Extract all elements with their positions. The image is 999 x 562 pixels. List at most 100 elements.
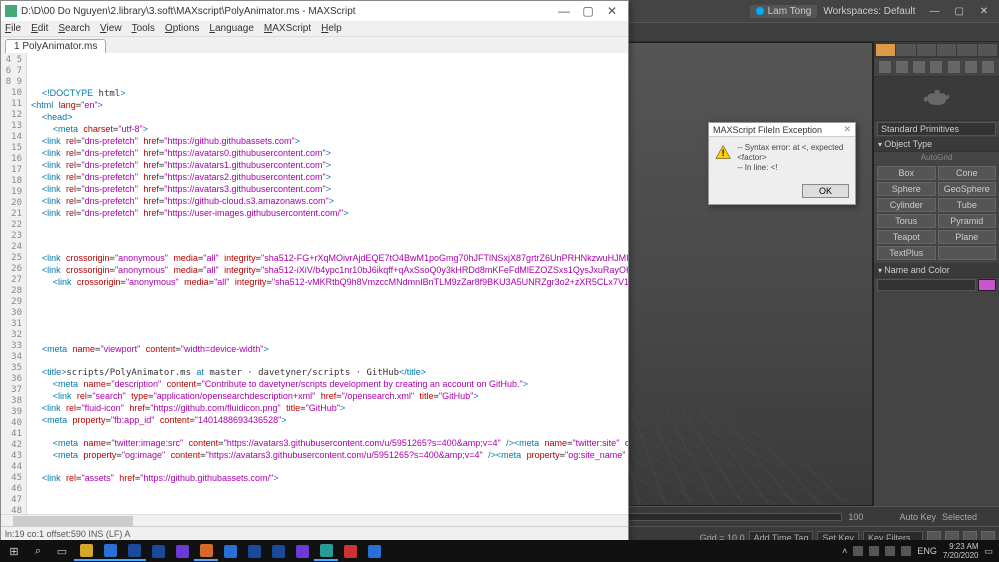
close-button[interactable]: ✕: [973, 6, 995, 17]
primitive-button[interactable]: Plane: [938, 230, 997, 244]
clock[interactable]: 9:23 AM 7/20/2020: [943, 542, 979, 560]
hierarchy-tab[interactable]: [917, 44, 936, 56]
editor-status-text: ln:19 co:1 offset:590 INS (LF) A: [5, 529, 130, 539]
dialog-close-button[interactable]: ✕: [843, 124, 851, 135]
error-message: -- Syntax error: at <, expected <factor>…: [737, 143, 849, 173]
geometry-icon[interactable]: [879, 61, 891, 73]
user-badge[interactable]: Lam Tong: [750, 5, 818, 18]
menu-maxscript[interactable]: MAXScript: [264, 23, 311, 34]
panel-logo: [874, 77, 999, 121]
helpers-icon[interactable]: [948, 61, 960, 73]
task-item[interactable]: [314, 541, 338, 561]
selected-set-dropdown[interactable]: Selected: [942, 512, 977, 522]
object-type-rollout[interactable]: Object Type: [874, 137, 999, 152]
frame-end-label: 100: [848, 512, 863, 522]
utilities-tab[interactable]: [978, 44, 997, 56]
tray-chevron-icon[interactable]: ˄: [842, 546, 847, 556]
primitive-button[interactable]: Cylinder: [877, 198, 936, 212]
menu-options[interactable]: Options: [165, 23, 199, 34]
user-icon: [756, 7, 764, 15]
maxscript-icon: [5, 5, 17, 17]
editor-titlebar[interactable]: D:\D\00 Do Nguyen\2.library\3.soft\MAXsc…: [1, 1, 628, 21]
menu-language[interactable]: Language: [209, 23, 254, 34]
tray-volume-icon[interactable]: [901, 546, 911, 556]
system-tray: ˄ ENG 9:23 AM 7/20/2020 ▭: [842, 542, 997, 560]
language-indicator[interactable]: ENG: [917, 546, 937, 556]
file-tab[interactable]: 1 PolyAnimator.ms: [5, 39, 106, 53]
primitive-button[interactable]: Cone: [938, 166, 997, 180]
primitive-button[interactable]: Box: [877, 166, 936, 180]
search-button[interactable]: ⌕: [26, 541, 50, 561]
tray-icon[interactable]: [869, 546, 879, 556]
taskview-button[interactable]: ▭: [50, 541, 74, 561]
menu-file[interactable]: File: [5, 23, 21, 34]
primitive-button[interactable]: Tube: [938, 198, 997, 212]
task-item[interactable]: [362, 541, 386, 561]
object-color-swatch[interactable]: [978, 279, 996, 291]
error-dialog: MAXScript FileIn Exception ✕ ! -- Syntax…: [708, 122, 856, 205]
task-item[interactable]: [290, 541, 314, 561]
lights-icon[interactable]: [913, 61, 925, 73]
primitive-button[interactable]: [938, 246, 997, 260]
display-tab[interactable]: [957, 44, 976, 56]
task-item[interactable]: [242, 541, 266, 561]
autokey-button[interactable]: Auto Key: [899, 512, 936, 522]
dialog-title-text: MAXScript FileIn Exception: [713, 125, 822, 135]
autogrid-checkbox[interactable]: AutoGrid: [921, 153, 953, 162]
primitive-button[interactable]: Pyramid: [938, 214, 997, 228]
editor-maximize-button[interactable]: ▢: [576, 4, 600, 18]
modify-tab[interactable]: [896, 44, 915, 56]
ok-button[interactable]: OK: [802, 184, 849, 198]
command-panel: Standard Primitives Object Type AutoGrid…: [873, 42, 999, 506]
menu-view[interactable]: View: [100, 23, 122, 34]
maximize-button[interactable]: ▢: [948, 6, 970, 17]
notification-icon[interactable]: ▭: [984, 546, 993, 557]
task-item[interactable]: [74, 541, 98, 561]
menu-help[interactable]: Help: [321, 23, 342, 34]
scrollbar-thumb[interactable]: [13, 516, 133, 526]
user-name: Lam Tong: [768, 6, 812, 17]
primitive-button[interactable]: GeoSphere: [938, 182, 997, 196]
primitive-type-dropdown[interactable]: Standard Primitives: [877, 122, 996, 136]
tray-icon[interactable]: [853, 546, 863, 556]
maxscript-editor-window: D:\D\00 Do Nguyen\2.library\3.soft\MAXsc…: [0, 0, 629, 541]
start-button[interactable]: ⊞: [2, 541, 26, 561]
cameras-icon[interactable]: [930, 61, 942, 73]
shapes-icon[interactable]: [896, 61, 908, 73]
task-item[interactable]: [338, 541, 362, 561]
primitive-button[interactable]: TextPlus: [877, 246, 936, 260]
task-item[interactable]: [194, 541, 218, 561]
task-item[interactable]: [98, 541, 122, 561]
spacewarps-icon[interactable]: [965, 61, 977, 73]
editor-minimize-button[interactable]: —: [552, 4, 576, 18]
svg-text:!: !: [722, 148, 725, 158]
primitive-button[interactable]: Teapot: [877, 230, 936, 244]
create-category-row: [874, 58, 999, 77]
task-item[interactable]: [122, 541, 146, 561]
horizontal-scrollbar[interactable]: [1, 514, 628, 526]
task-item[interactable]: [218, 541, 242, 561]
tray-icon[interactable]: [885, 546, 895, 556]
code-content[interactable]: <!DOCTYPE html> <html lang="en"> <head> …: [27, 53, 628, 514]
task-item[interactable]: [146, 541, 170, 561]
motion-tab[interactable]: [937, 44, 956, 56]
dialog-titlebar[interactable]: MAXScript FileIn Exception ✕: [709, 123, 855, 137]
task-item[interactable]: [266, 541, 290, 561]
menu-search[interactable]: Search: [58, 23, 90, 34]
task-item[interactable]: [170, 541, 194, 561]
menu-tools[interactable]: Tools: [132, 23, 155, 34]
workspace-dropdown[interactable]: Workspaces: Default: [823, 6, 915, 17]
menu-edit[interactable]: Edit: [31, 23, 48, 34]
minimize-button[interactable]: —: [923, 6, 945, 17]
create-tab[interactable]: [876, 44, 895, 56]
windows-taskbar: ⊞ ⌕ ▭ ˄ ENG 9:23 AM 7/20/2020 ▭: [0, 540, 999, 562]
name-and-color-rollout[interactable]: Name and Color: [874, 263, 999, 278]
editor-close-button[interactable]: ✕: [600, 4, 624, 18]
code-area[interactable]: 4 5 6 7 8 9 10 11 12 13 14 15 16 17 18 1…: [1, 53, 628, 514]
primitive-button[interactable]: Torus: [877, 214, 936, 228]
primitive-button[interactable]: Sphere: [877, 182, 936, 196]
object-name-field[interactable]: [877, 279, 976, 291]
editor-tab-row: 1 PolyAnimator.ms: [1, 37, 628, 53]
systems-icon[interactable]: [982, 61, 994, 73]
primitive-button-grid: Box Cone Sphere GeoSphere Cylinder Tube …: [874, 163, 999, 263]
